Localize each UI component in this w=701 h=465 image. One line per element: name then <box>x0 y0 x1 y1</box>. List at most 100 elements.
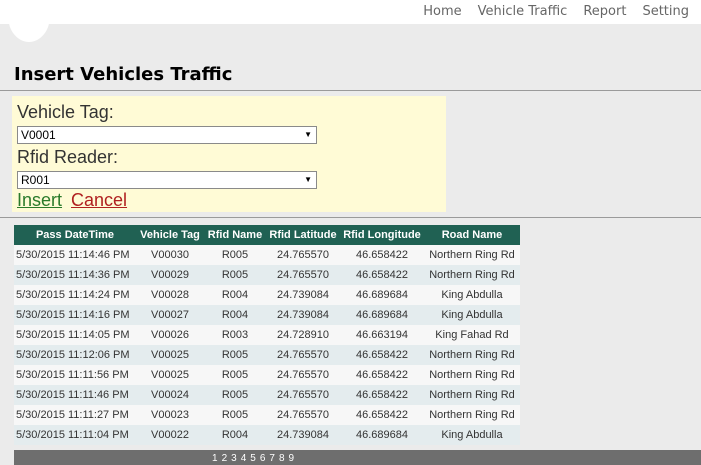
table-cell: 46.658422 <box>340 385 424 405</box>
table-cell: 5/30/2015 11:11:27 PM <box>14 405 136 425</box>
table-cell: 5/30/2015 11:14:05 PM <box>14 325 136 345</box>
table-cell: King Abdulla <box>424 425 520 445</box>
pager-page-5[interactable]: 5 <box>250 453 256 464</box>
main-nav: Home Vehicle Traffic Report Setting <box>423 4 689 19</box>
dropdown-arrow-icon: ▼ <box>304 130 312 139</box>
table-cell: R004 <box>204 425 266 445</box>
col-rfid-name: Rfid Name <box>204 225 266 245</box>
nav-home[interactable]: Home <box>423 4 461 19</box>
table-cell: V00022 <box>136 425 204 445</box>
table-cell: 5/30/2015 11:14:16 PM <box>14 305 136 325</box>
table-cell: 24.765570 <box>266 405 340 425</box>
table-row: 5/30/2015 11:14:16 PM V00027 R004 24.739084… <box>14 305 520 325</box>
table-cell: 24.765570 <box>266 345 340 365</box>
table-cell: 24.739084 <box>266 305 340 325</box>
table-cell: 46.658422 <box>340 365 424 385</box>
table-cell: Northern Ring Rd <box>424 365 520 385</box>
table-cell: King Fahad Rd <box>424 325 520 345</box>
table-cell: 46.658422 <box>340 345 424 365</box>
insert-form-panel: Vehicle Tag: V0001 ▼ Rfid Reader: R001 ▼… <box>12 96 446 212</box>
cancel-link[interactable]: Cancel <box>71 190 127 211</box>
table-cell: 46.689684 <box>340 425 424 445</box>
table-cell: Northern Ring Rd <box>424 265 520 285</box>
table-cell: 5/30/2015 11:12:06 PM <box>14 345 136 365</box>
table-cell: Northern Ring Rd <box>424 405 520 425</box>
table-row: 5/30/2015 11:14:46 PM V00030 R005 24.765570… <box>14 245 520 265</box>
table-cell: R005 <box>204 365 266 385</box>
pager-bar: 123456789 <box>14 450 701 465</box>
table-cell: V00028 <box>136 285 204 305</box>
col-road-name: Road Name <box>424 225 520 245</box>
table-cell: 46.689684 <box>340 285 424 305</box>
pager-page-8[interactable]: 8 <box>279 453 285 464</box>
rfid-reader-value: R001 <box>21 173 50 187</box>
table-cell: V00025 <box>136 345 204 365</box>
pager-page-7[interactable]: 7 <box>269 453 275 464</box>
col-rfid-latitude: Rfid Latitude <box>266 225 340 245</box>
table-cell: R005 <box>204 245 266 265</box>
divider-top <box>0 90 701 91</box>
insert-link[interactable]: Insert <box>17 190 62 211</box>
table-cell: V00024 <box>136 385 204 405</box>
table-cell: 5/30/2015 11:11:56 PM <box>14 365 136 385</box>
table-body: 5/30/2015 11:14:46 PM V00030 R005 24.765570… <box>14 245 520 445</box>
table-cell: R004 <box>204 305 266 325</box>
vehicle-traffic-table: Pass DateTime Vehicle Tag Rfid Name Rfid… <box>14 225 520 445</box>
nav-vehicle-traffic[interactable]: Vehicle Traffic <box>478 4 568 19</box>
table-cell: 5/30/2015 11:14:24 PM <box>14 285 136 305</box>
table-cell: 46.658422 <box>340 245 424 265</box>
table-cell: V00023 <box>136 405 204 425</box>
divider-bottom <box>0 217 701 218</box>
col-pass-datetime: Pass DateTime <box>14 225 136 245</box>
table-cell: 5/30/2015 11:11:04 PM <box>14 425 136 445</box>
pager-page-3[interactable]: 3 <box>231 453 237 464</box>
table-row: 5/30/2015 11:12:06 PM V00025 R005 24.765570… <box>14 345 520 365</box>
table-cell: 24.728910 <box>266 325 340 345</box>
table-cell: V00029 <box>136 265 204 285</box>
table-row: 5/30/2015 11:11:04 PM V00022 R004 24.739084… <box>14 425 520 445</box>
pager-page-4[interactable]: 4 <box>241 453 247 464</box>
table-cell: King Abdulla <box>424 285 520 305</box>
col-rfid-longitude: Rfid Longitude <box>340 225 424 245</box>
top-bar: Home Vehicle Traffic Report Setting <box>0 0 701 24</box>
table-cell: 5/30/2015 11:14:46 PM <box>14 245 136 265</box>
nav-report[interactable]: Report <box>583 4 626 19</box>
vehicle-tag-label: Vehicle Tag: <box>17 102 114 122</box>
table-row: 5/30/2015 11:14:05 PM V00026 R003 24.728910… <box>14 325 520 345</box>
pager-links: 123456789 <box>212 453 294 464</box>
table-cell: 46.658422 <box>340 265 424 285</box>
table-cell: 24.765570 <box>266 265 340 285</box>
table-row: 5/30/2015 11:11:27 PM V00023 R005 24.765570… <box>14 405 520 425</box>
table-cell: V00030 <box>136 245 204 265</box>
pager-page-2[interactable]: 2 <box>222 453 228 464</box>
col-vehicle-tag: Vehicle Tag <box>136 225 204 245</box>
table-cell: 24.765570 <box>266 245 340 265</box>
table-cell: R004 <box>204 285 266 305</box>
table-cell: 24.739084 <box>266 425 340 445</box>
rfid-reader-select[interactable]: R001 ▼ <box>17 171 317 189</box>
table-cell: 46.658422 <box>340 405 424 425</box>
table-row: 5/30/2015 11:14:24 PM V00028 R004 24.739084… <box>14 285 520 305</box>
table-cell: Northern Ring Rd <box>424 245 520 265</box>
table-cell: R003 <box>204 325 266 345</box>
table-cell: V00027 <box>136 305 204 325</box>
table-cell: 46.689684 <box>340 305 424 325</box>
vehicle-tag-select[interactable]: V0001 ▼ <box>17 126 317 144</box>
table-cell: R005 <box>204 385 266 405</box>
pager-page-1[interactable]: 1 <box>212 453 218 464</box>
table-cell: 5/30/2015 11:11:46 PM <box>14 385 136 405</box>
table-row: 5/30/2015 11:14:36 PM V00029 R005 24.765570… <box>14 265 520 285</box>
table-row: 5/30/2015 11:11:56 PM V00025 R005 24.765570… <box>14 365 520 385</box>
pager-page-9[interactable]: 9 <box>289 453 295 464</box>
rfid-reader-label: Rfid Reader: <box>17 147 119 167</box>
pager-page-6[interactable]: 6 <box>260 453 266 464</box>
nav-setting[interactable]: Setting <box>642 4 689 19</box>
table-cell: Northern Ring Rd <box>424 345 520 365</box>
table-cell: R005 <box>204 405 266 425</box>
table-cell: 24.739084 <box>266 285 340 305</box>
table-cell: 24.765570 <box>266 365 340 385</box>
table-cell: R005 <box>204 345 266 365</box>
table-cell: King Abdulla <box>424 305 520 325</box>
table-row: 5/30/2015 11:11:46 PM V00024 R005 24.765570… <box>14 385 520 405</box>
table-cell: 5/30/2015 11:14:36 PM <box>14 265 136 285</box>
